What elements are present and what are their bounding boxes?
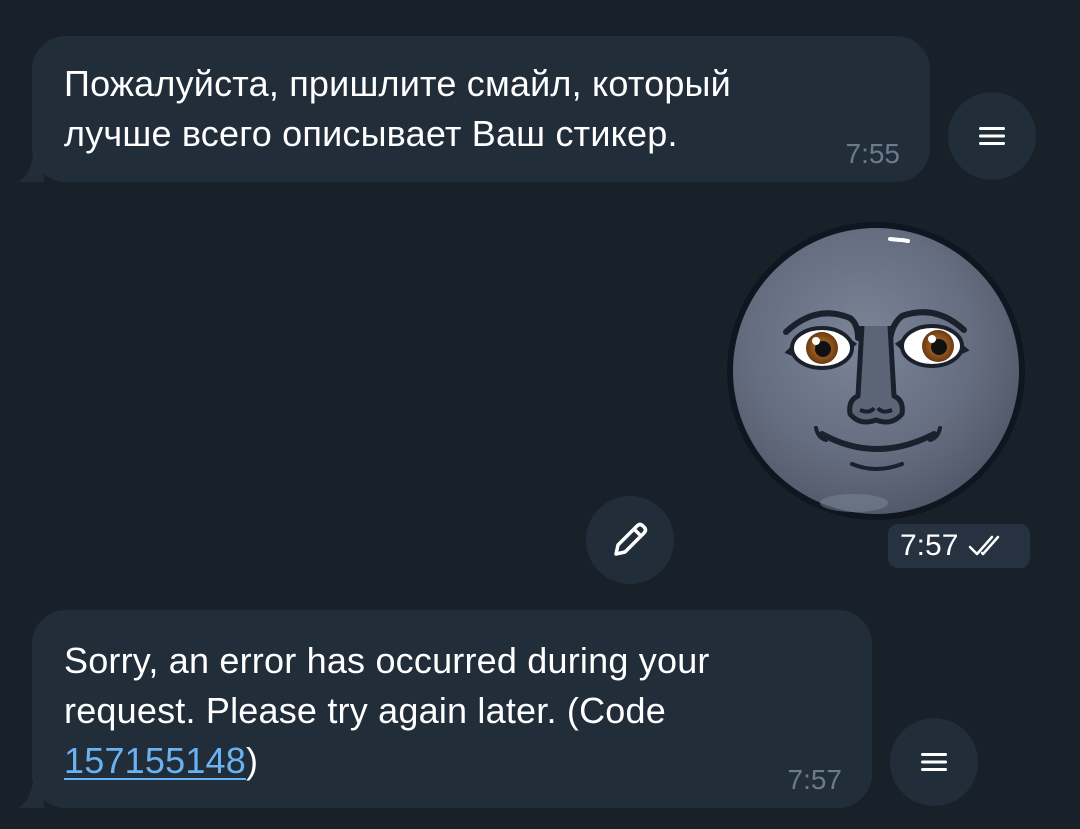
menu-icon [979,127,1005,145]
message-time: 7:55 [845,138,901,169]
bubble-tail [18,152,44,182]
message-text-end: ) [246,740,259,781]
sticker-time-pill: 7:57 [888,524,1030,568]
new-moon-face-sticker[interactable] [724,220,1030,522]
error-code-link[interactable]: 157155148 [64,740,246,781]
message-menu-button[interactable] [948,92,1036,180]
message-time: 7:57 [787,764,843,795]
message-text: Пожалуйста, пришлите смайл, который лучш… [64,63,731,154]
message-text: Sorry, an error has occurred during your… [64,636,710,786]
message-bubble-incoming[interactable]: Sorry, an error has occurred during your… [32,610,872,808]
bubble-tail [18,778,44,808]
message-menu-button[interactable] [890,718,978,806]
message-text-main: Sorry, an error has occurred during your… [64,640,710,731]
double-check-icon [969,535,1000,556]
menu-icon [921,753,947,771]
pencil-icon [614,522,648,556]
sticker-time: 7:57 [900,529,959,562]
edit-button[interactable] [586,496,674,584]
message-bubble-incoming[interactable]: Пожалуйста, пришлите смайл, который лучш… [32,36,930,182]
